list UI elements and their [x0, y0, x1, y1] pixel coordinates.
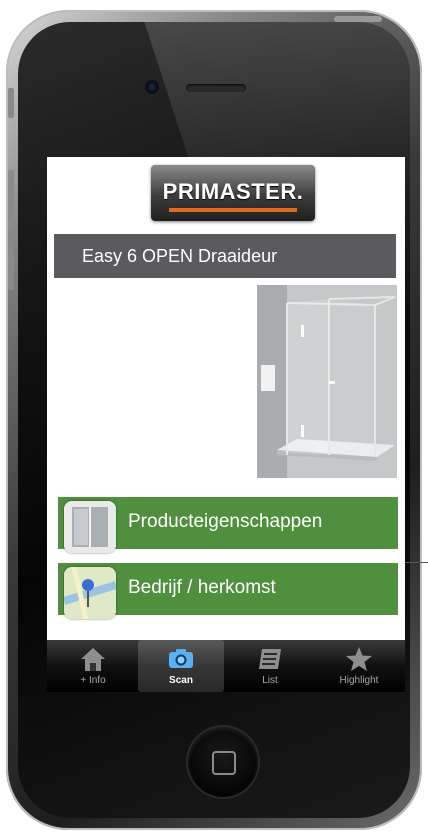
volume-down-button — [8, 240, 14, 290]
brand-logo-text: PRIMASTER. — [162, 179, 304, 204]
map-pin-icon — [64, 567, 116, 619]
shower-thumbnail-icon — [64, 501, 116, 553]
list-icon — [259, 649, 281, 669]
front-camera-icon — [145, 80, 159, 94]
tab-highlight-label: Highlight — [339, 675, 379, 686]
app-screen: PRIMASTER. Easy 6 OPEN Draaideur Product… — [47, 157, 405, 692]
menu-item-label: Producteigenschappen — [128, 511, 323, 532]
menu-item-bedrijf-herkomst[interactable]: Bedrijf / herkomst — [58, 563, 398, 619]
camera-icon — [169, 649, 193, 668]
home-button[interactable] — [188, 727, 258, 797]
logo-accent-stripe — [169, 208, 297, 212]
product-title: Easy 6 OPEN Draaideur — [82, 246, 278, 266]
tab-highlight[interactable]: Highlight — [316, 640, 402, 692]
menu-item-producteigenschappen[interactable]: Producteigenschappen — [58, 497, 398, 553]
tab-scan[interactable]: Scan — [138, 640, 224, 692]
tab-list-label: List — [262, 675, 278, 686]
tab-info-label: + Info — [80, 675, 106, 686]
shower-enclosure-photo — [257, 285, 397, 478]
product-title-bar: Easy 6 OPEN Draaideur — [54, 234, 396, 278]
tab-info[interactable]: + Info — [50, 640, 136, 692]
mute-switch — [8, 88, 14, 118]
brand-logo: PRIMASTER. — [151, 165, 315, 221]
tab-bar: + Info Scan List Highlight — [47, 640, 405, 692]
home-icon — [81, 648, 105, 671]
product-image[interactable] — [257, 285, 397, 478]
star-icon — [346, 647, 372, 671]
menu-item-label: Bedrijf / herkomst — [128, 577, 276, 598]
volume-up-button — [8, 170, 14, 220]
tab-list[interactable]: List — [227, 640, 313, 692]
tab-scan-label: Scan — [169, 675, 193, 686]
home-button-square-icon — [212, 751, 236, 775]
earpiece-speaker — [186, 84, 246, 92]
divider-extension — [405, 562, 428, 563]
menu-divider — [47, 561, 405, 562]
